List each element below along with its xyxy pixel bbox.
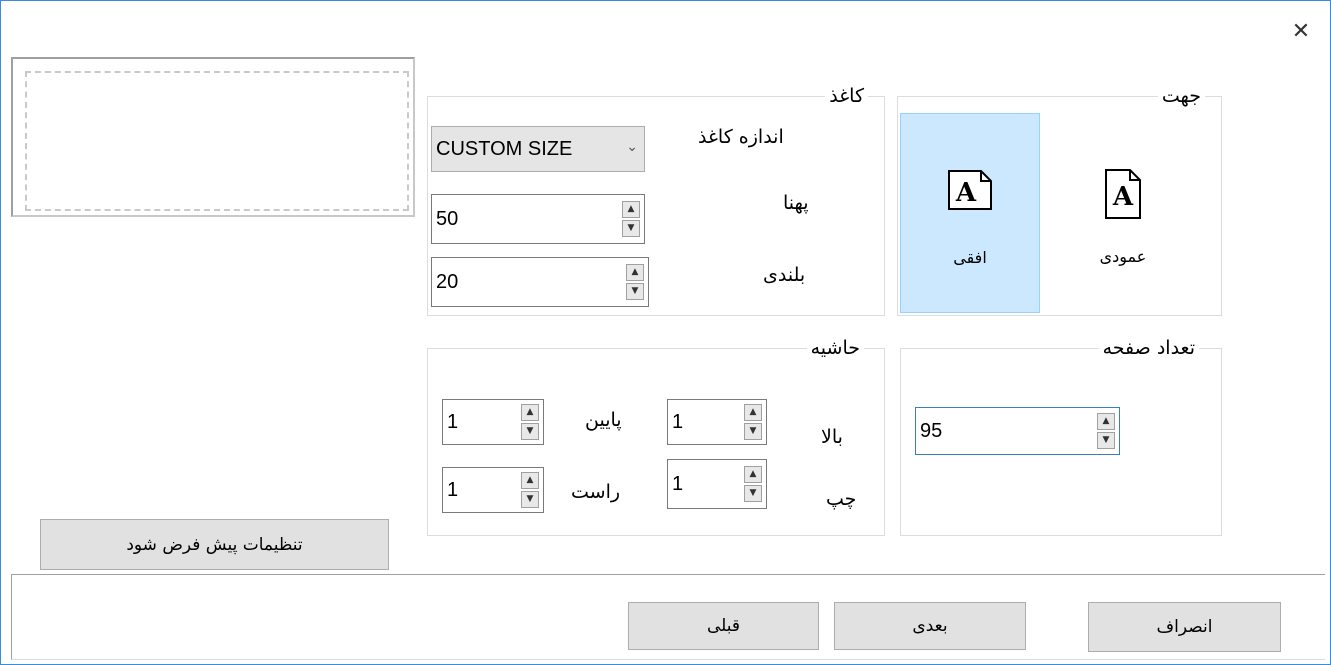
spinner-down-icon[interactable]: ▼ (521, 423, 539, 440)
spinner-up-icon[interactable]: ▲ (521, 404, 539, 421)
landscape-option[interactable]: A افقی (900, 113, 1040, 313)
margin-right-spinner[interactable]: 1 ▲ ▼ (442, 467, 544, 513)
spinner-up-icon[interactable]: ▲ (744, 404, 762, 421)
margin-left-label: چپ (826, 488, 857, 510)
portrait-label: عمودی (1099, 247, 1147, 266)
portrait-option[interactable]: A عمودی (1053, 113, 1193, 313)
spinner-down-icon[interactable]: ▼ (744, 485, 762, 502)
margin-right-label: راست (571, 481, 621, 503)
spinner-down-icon[interactable]: ▼ (1097, 432, 1115, 449)
orientation-group-title: جهت (1157, 84, 1205, 108)
landscape-label: افقی (953, 248, 987, 267)
spinner-up-icon[interactable]: ▲ (744, 466, 762, 483)
margin-right-value: 1 (447, 479, 459, 501)
spinner-up-icon[interactable]: ▲ (626, 264, 644, 281)
paper-height-label: بلندی (763, 264, 806, 286)
set-default-button[interactable]: تنظیمات پیش فرض شود (40, 519, 389, 570)
margin-top-label: بالا (821, 426, 843, 448)
spinner-down-icon[interactable]: ▼ (622, 220, 640, 237)
landscape-icon-letter: A (955, 178, 977, 208)
previous-label: قبلی (706, 616, 741, 636)
paper-size-value: CUSTOM SIZE (436, 138, 573, 160)
chevron-down-icon: ⌄ (626, 139, 638, 155)
landscape-page-icon: A (948, 170, 992, 210)
margin-left-spinner[interactable]: 1 ▲ ▼ (667, 459, 767, 509)
page-count-value: 95 (920, 420, 943, 442)
margin-bottom-spinner[interactable]: 1 ▲ ▼ (442, 399, 544, 445)
margin-bottom-value: 1 (447, 411, 459, 433)
previous-button[interactable]: قبلی (628, 602, 819, 650)
paper-width-value: 50 (436, 208, 459, 230)
paper-size-select[interactable]: CUSTOM SIZE ⌄ (431, 126, 645, 172)
paper-size-label: اندازه کاغذ (698, 126, 784, 148)
margins-group-title: حاشیه (806, 336, 864, 360)
portrait-page-icon: A (1105, 169, 1141, 219)
page-count-group-title: تعداد صفحه (1098, 336, 1199, 360)
next-button[interactable]: بعدی (834, 602, 1026, 650)
portrait-icon-letter: A (1112, 182, 1134, 212)
paper-height-spinner[interactable]: 20 ▲ ▼ (431, 257, 649, 307)
margin-bottom-label: پایین (585, 409, 622, 431)
spinner-up-icon[interactable]: ▲ (622, 201, 640, 218)
paper-width-spinner[interactable]: 50 ▲ ▼ (431, 194, 645, 244)
page-preview-outline (25, 71, 409, 211)
cancel-label: انصراف (1156, 617, 1213, 637)
paper-group-title: کاغذ (825, 84, 868, 108)
next-label: بعدی (912, 616, 948, 636)
paper-width-label: پهنا (783, 192, 809, 214)
paper-height-value: 20 (436, 271, 459, 293)
margin-left-value: 1 (672, 473, 684, 495)
page-preview (11, 57, 415, 217)
spinner-down-icon[interactable]: ▼ (521, 491, 539, 508)
spinner-down-icon[interactable]: ▼ (744, 423, 762, 440)
spinner-up-icon[interactable]: ▲ (521, 472, 539, 489)
spinner-up-icon[interactable]: ▲ (1097, 413, 1115, 430)
page-count-spinner[interactable]: 95 ▲ ▼ (915, 407, 1120, 455)
margin-top-value: 1 (672, 411, 684, 433)
cancel-button[interactable]: انصراف (1088, 602, 1281, 652)
set-default-label: تنظیمات پیش فرض شود (126, 534, 303, 555)
margin-top-spinner[interactable]: 1 ▲ ▼ (667, 399, 767, 445)
print-setup-dialog: ✕ جهت A افقی A عمودی کاغذ اندازه کاغذ CU… (0, 0, 1331, 665)
spinner-down-icon[interactable]: ▼ (626, 283, 644, 300)
close-icon[interactable]: ✕ (1286, 17, 1316, 47)
